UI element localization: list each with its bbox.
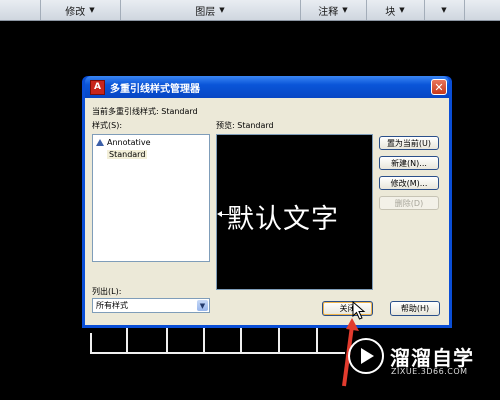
watermark-sub-text: ZIXUE.3D66.COM <box>391 367 468 376</box>
ribbon-panel-label: 块 <box>385 6 396 18</box>
list-filter-select[interactable]: 所有样式 ▼ <box>92 298 210 313</box>
mouse-cursor-icon <box>352 301 366 320</box>
chevron-down-icon[interactable]: ▼ <box>197 300 208 311</box>
dropdown-arrow-icon: ▼ <box>441 6 447 14</box>
ribbon-panel-label: 图层 <box>195 6 216 18</box>
close-icon[interactable]: ✕ <box>431 79 447 95</box>
current-style-label: 当前多重引线样式: Standard <box>92 107 198 116</box>
ribbon-panel-block[interactable]: 块 ▼ <box>366 0 425 20</box>
dialog-body: 当前多重引线样式: Standard 样式(S): 预览: Standard A… <box>85 98 449 325</box>
help-button[interactable]: 帮助(H) <box>390 301 440 316</box>
ribbon-bar: 修改 ▼ 图层 ▼ 注释 ▼ 块 ▼ ▼ <box>0 0 500 21</box>
list-item-standard[interactable]: Standard <box>107 150 148 159</box>
dropdown-arrow-icon: ▼ <box>219 6 225 14</box>
style-name: Annotative <box>107 138 151 147</box>
ribbon-panel-left-edge <box>0 0 41 20</box>
play-triangle-icon <box>361 348 374 364</box>
modify-button[interactable]: 修改(M)... <box>379 176 439 190</box>
dropdown-arrow-icon: ▼ <box>342 6 348 14</box>
dropdown-arrow-icon: ▼ <box>89 6 95 14</box>
ribbon-panel-annotation[interactable]: 注释 ▼ <box>300 0 367 20</box>
annotative-icon <box>96 139 104 146</box>
set-current-button[interactable]: 置为当前(U) <box>379 136 439 150</box>
preview-pane: 默认文字 <box>216 134 373 290</box>
styles-label: 样式(S): <box>92 121 123 130</box>
ribbon-panel-extra[interactable]: ▼ <box>424 0 465 20</box>
preview-text: 默认文字 <box>227 204 339 235</box>
dialog-title: 多重引线样式管理器 <box>110 83 200 95</box>
list-filter-label: 列出(L): <box>92 287 122 296</box>
ribbon-panel-label: 注释 <box>318 6 339 18</box>
delete-button[interactable]: 删除(D) <box>379 196 439 210</box>
preview-label: 预览: Standard <box>216 121 274 130</box>
list-item-annotative[interactable]: Annotative <box>96 138 151 147</box>
autocad-app-icon: A <box>90 79 105 95</box>
styles-list[interactable]: Annotative Standard <box>92 134 210 262</box>
dialog-title-bar[interactable]: A 多重引线样式管理器 ✕ <box>85 76 449 98</box>
list-filter-value: 所有样式 <box>96 301 128 310</box>
ribbon-panel-layers[interactable]: 图层 ▼ <box>120 0 301 20</box>
dropdown-arrow-icon: ▼ <box>399 6 405 14</box>
ribbon-panel-modify[interactable]: 修改 ▼ <box>40 0 121 20</box>
ribbon-panel-label: 修改 <box>65 6 86 18</box>
multileader-style-manager-dialog: A 多重引线样式管理器 ✕ 当前多重引线样式: Standard 样式(S): … <box>82 76 452 328</box>
new-button[interactable]: 新建(N)... <box>379 156 439 170</box>
style-name: Standard <box>107 150 148 159</box>
